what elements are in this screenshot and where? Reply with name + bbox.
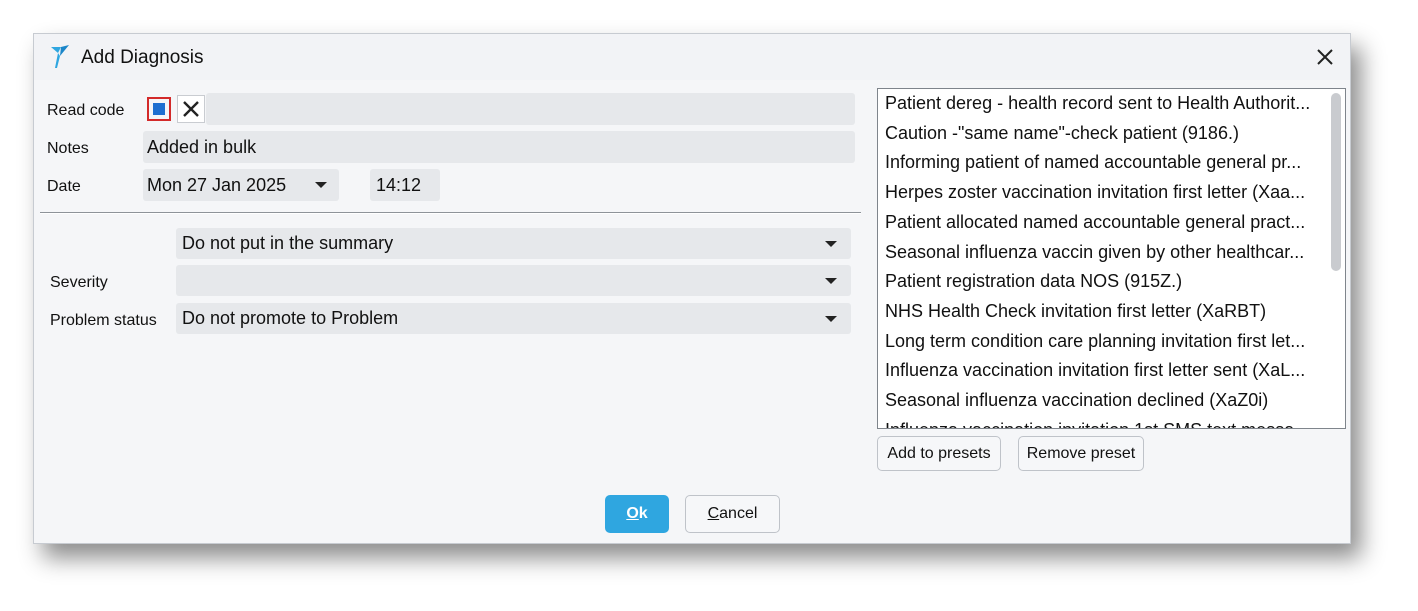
ok-button[interactable]: Ok	[605, 495, 669, 533]
clear-x-icon[interactable]	[177, 95, 205, 123]
date-picker[interactable]: Mon 27 Jan 2025	[143, 169, 339, 201]
add-diagnosis-dialog: Add Diagnosis Read code Notes Added in b…	[33, 33, 1351, 544]
ok-mnemonic: O	[626, 505, 639, 522]
presets-list[interactable]: Patient dereg - health record sent to He…	[877, 88, 1346, 429]
problem-status-value: Do not promote to Problem	[182, 308, 399, 328]
list-item[interactable]: Long term condition care planning invita…	[885, 328, 1323, 354]
severity-select[interactable]	[176, 265, 851, 296]
list-item[interactable]: Informing patient of named accountable g…	[885, 149, 1323, 175]
notes-input[interactable]: Added in bulk	[143, 131, 855, 163]
list-item[interactable]: Seasonal influenza vaccination declined …	[885, 387, 1323, 413]
remove-preset-button[interactable]: Remove preset	[1018, 436, 1144, 471]
read-code-input[interactable]	[206, 93, 855, 125]
close-icon[interactable]	[1312, 44, 1338, 70]
chevron-down-icon	[315, 182, 327, 188]
dialog-title: Add Diagnosis	[81, 47, 204, 68]
list-item[interactable]: Influenza vaccination invitation 1st SMS…	[885, 417, 1323, 428]
add-to-presets-label: Add to presets	[887, 444, 991, 462]
list-item[interactable]: Influenza vaccination invitation first l…	[885, 357, 1323, 383]
chevron-down-icon	[825, 315, 837, 322]
remove-preset-label: Remove preset	[1026, 444, 1136, 462]
cancel-mnemonic: C	[707, 505, 720, 522]
time-input[interactable]: 14:12	[370, 169, 440, 201]
date-label: Date	[47, 178, 81, 195]
notes-value: Added in bulk	[147, 136, 257, 157]
read-code-label: Read code	[47, 102, 125, 119]
problem-status-select[interactable]: Do not promote to Problem	[176, 303, 851, 334]
cancel-label-rest: ancel	[719, 505, 758, 522]
chevron-down-icon	[825, 240, 837, 247]
list-item[interactable]: Herpes zoster vaccination invitation fir…	[885, 179, 1323, 205]
list-item[interactable]: Patient registration data NOS (915Z.)	[885, 268, 1323, 294]
chevron-down-icon	[825, 277, 837, 284]
list-item[interactable]: Patient dereg - health record sent to He…	[885, 90, 1323, 116]
cancel-button[interactable]: Cancel	[685, 495, 780, 533]
presets-scrollbar[interactable]	[1331, 93, 1341, 271]
summary-select[interactable]: Do not put in the summary	[176, 228, 851, 259]
ok-label-rest: k	[638, 505, 648, 522]
title-bar: Add Diagnosis	[34, 34, 1350, 80]
section-divider	[40, 212, 861, 214]
list-item[interactable]: NHS Health Check invitation first letter…	[885, 298, 1323, 324]
list-item[interactable]: Patient allocated named accountable gene…	[885, 209, 1323, 235]
severity-label: Severity	[50, 274, 108, 291]
time-value: 14:12	[376, 174, 422, 195]
app-logo-icon	[49, 44, 71, 70]
notes-label: Notes	[47, 140, 89, 157]
list-item[interactable]: Caution -"same name"-check patient (9186…	[885, 120, 1323, 146]
add-to-presets-button[interactable]: Add to presets	[877, 436, 1001, 471]
list-item[interactable]: Seasonal influenza vaccin given by other…	[885, 239, 1323, 265]
summary-value: Do not put in the summary	[182, 233, 394, 253]
select-code-icon[interactable]	[145, 95, 173, 123]
problem-status-label: Problem status	[50, 312, 157, 329]
date-value: Mon 27 Jan 2025	[147, 174, 287, 195]
